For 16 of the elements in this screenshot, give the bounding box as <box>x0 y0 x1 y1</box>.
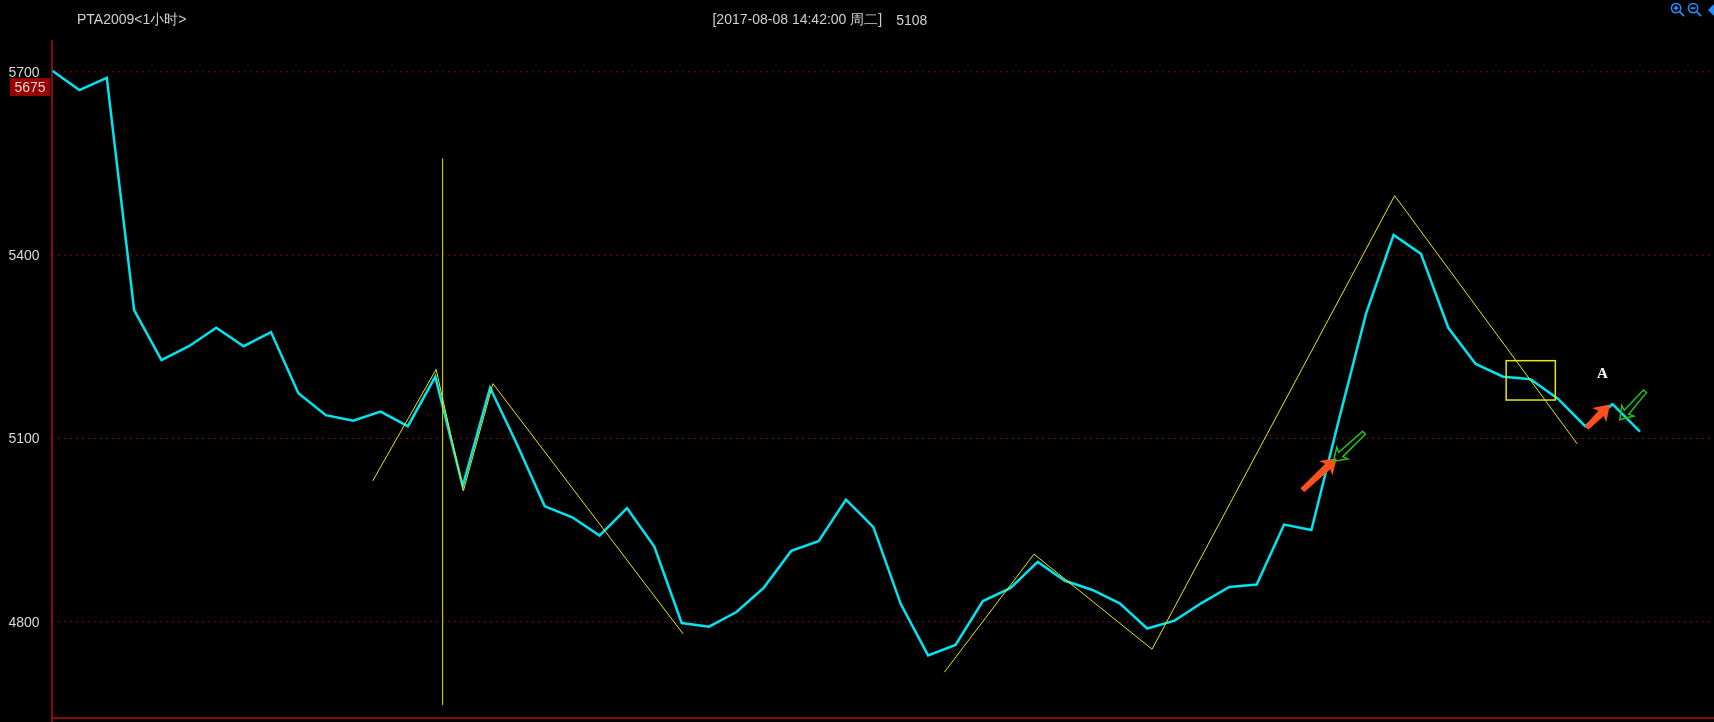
bar-datetime: [2017-08-08 14:42:00 周二] <box>712 11 883 29</box>
annotation-label: A <box>1596 365 1608 382</box>
price-tag: 5675 <box>10 78 50 97</box>
bar-price: 5108 <box>896 12 928 28</box>
arrow-icon <box>1332 430 1367 463</box>
arrow-icon <box>1584 404 1610 430</box>
y-axis-label: 5700 <box>8 63 40 80</box>
zoom-in-icon[interactable] <box>1670 2 1685 17</box>
arrow-icon <box>1618 388 1648 421</box>
y-axis-label: 5400 <box>8 247 40 264</box>
y-axis-label: 5100 <box>8 430 40 447</box>
y-axis-label: 4800 <box>8 613 40 630</box>
left-arrow-icon[interactable] <box>1708 3 1714 16</box>
zoom-out-icon[interactable] <box>1687 2 1702 17</box>
arrow-icon <box>1300 458 1337 493</box>
chart-title: PTA2009<1小时> <box>77 11 187 29</box>
